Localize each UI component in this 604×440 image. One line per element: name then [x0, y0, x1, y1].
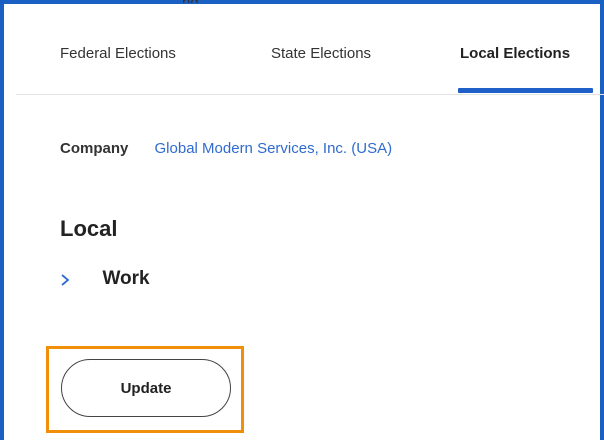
company-label: Company [60, 140, 129, 157]
section-heading: Local [60, 216, 118, 241]
work-expand-toggle[interactable]: Work [60, 268, 150, 294]
header-fragment: ng [182, 0, 199, 3]
election-tabs: Federal Elections State Elections Local … [16, 4, 604, 95]
company-link[interactable]: Global Modern Services, Inc. (USA) [155, 140, 393, 157]
tab-local-elections[interactable]: Local Elections [460, 45, 570, 62]
page-frame: ng Federal Elections State Elections Loc… [0, 0, 604, 440]
tab-federal-elections[interactable]: Federal Elections [60, 45, 176, 62]
company-row: Company Global Modern Services, Inc. (US… [60, 140, 392, 157]
work-label: Work [102, 268, 150, 289]
active-tab-indicator [458, 88, 593, 93]
tab-state-elections[interactable]: State Elections [271, 45, 371, 62]
chevron-right-icon[interactable] [60, 269, 74, 290]
update-button[interactable]: Update [61, 359, 231, 417]
